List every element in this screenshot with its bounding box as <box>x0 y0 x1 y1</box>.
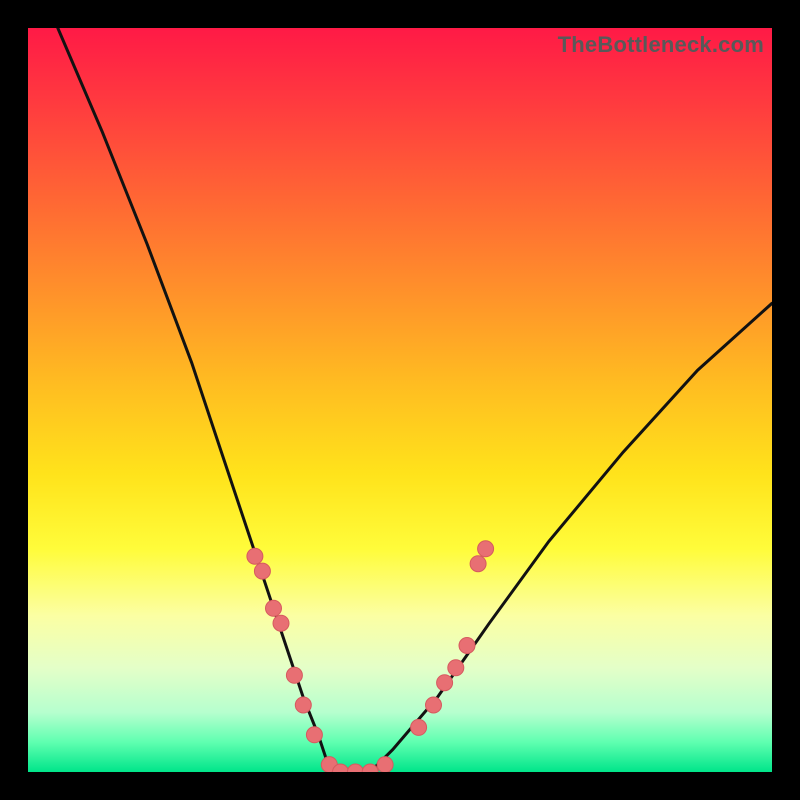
data-marker <box>254 563 270 579</box>
data-marker <box>286 667 302 683</box>
data-marker <box>459 638 475 654</box>
data-marker <box>411 719 427 735</box>
data-marker <box>347 764 363 772</box>
chart-svg <box>28 28 772 772</box>
data-marker <box>295 697 311 713</box>
data-marker <box>273 615 289 631</box>
data-marker <box>306 727 322 743</box>
data-marker <box>377 757 393 772</box>
data-marker <box>266 600 282 616</box>
data-marker <box>247 548 263 564</box>
data-marker <box>437 675 453 691</box>
data-marker <box>448 660 464 676</box>
data-marker <box>426 697 442 713</box>
bottleneck-curve <box>58 28 772 772</box>
data-marker <box>470 556 486 572</box>
plot-area: TheBottleneck.com <box>28 28 772 772</box>
data-marker <box>478 541 494 557</box>
chart-frame: TheBottleneck.com <box>0 0 800 800</box>
